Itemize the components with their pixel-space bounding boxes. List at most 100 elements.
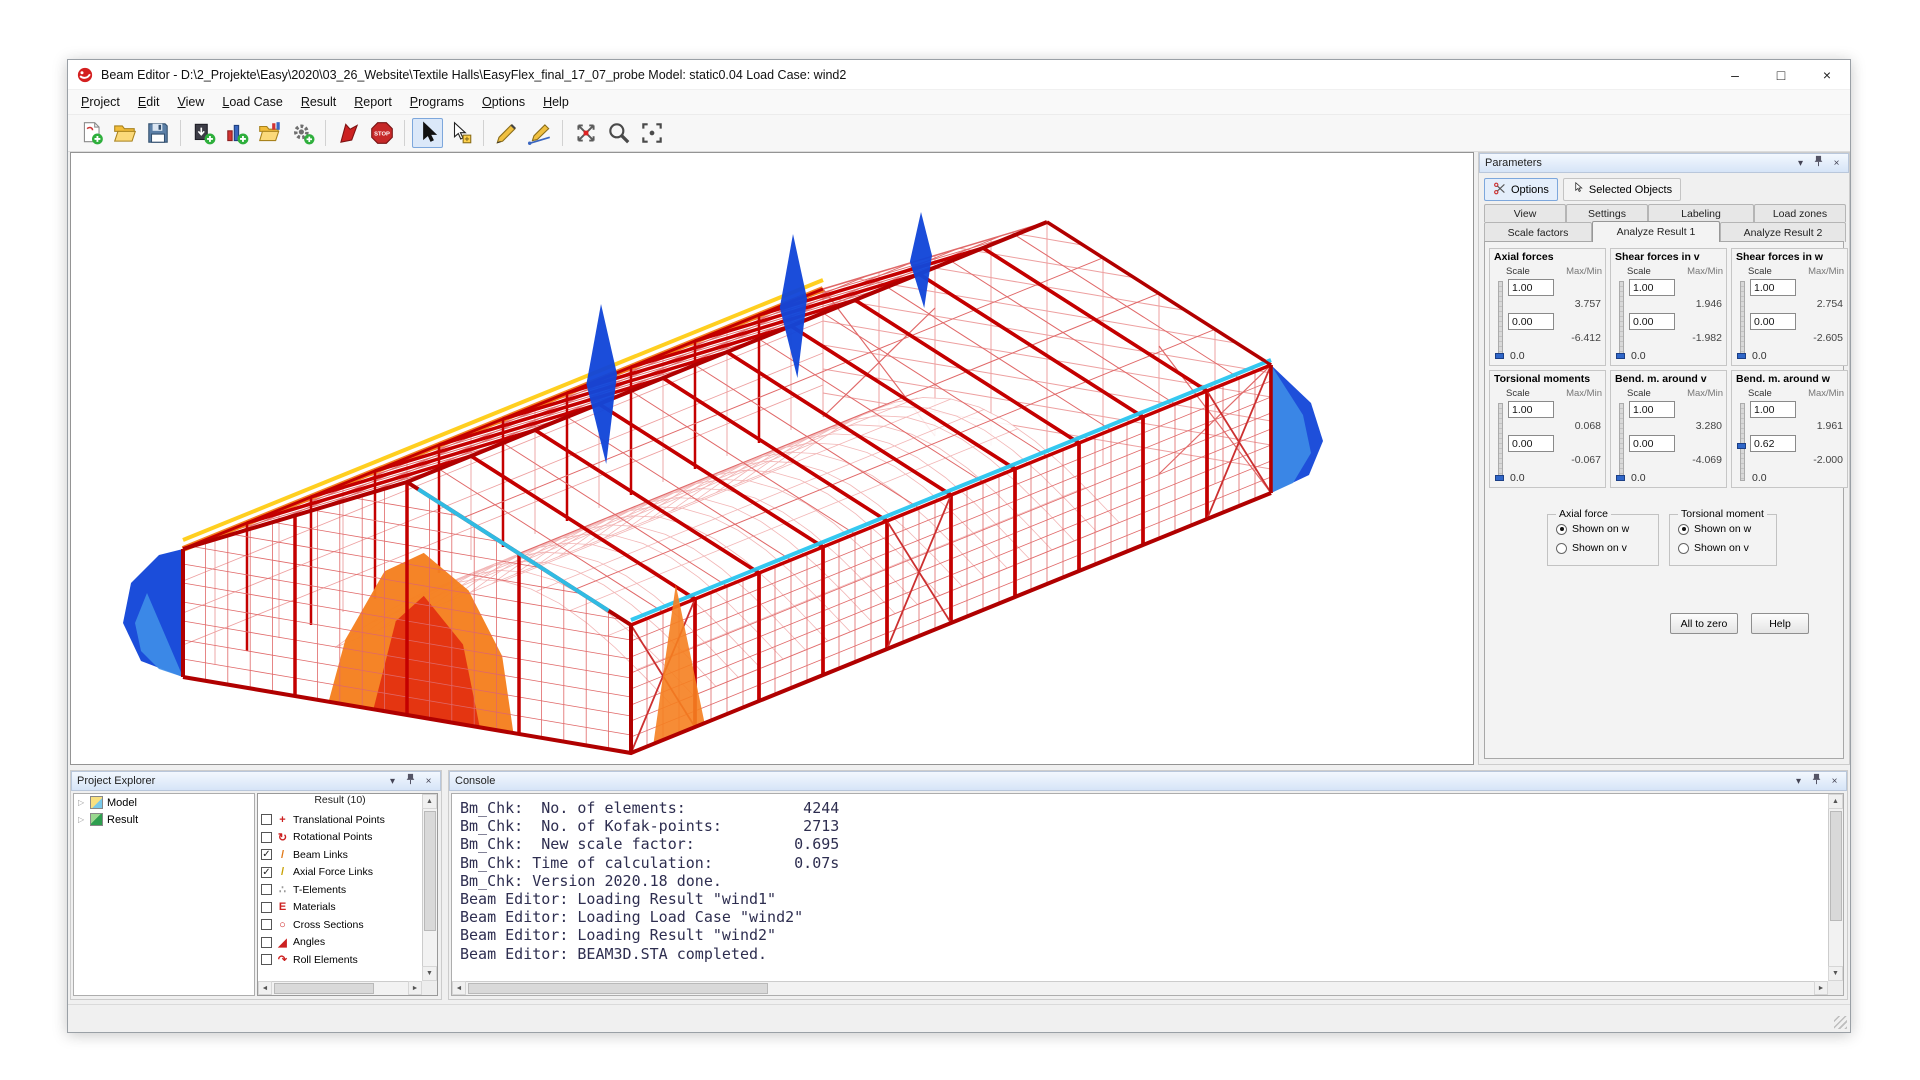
close-icon[interactable]: × <box>1830 157 1843 170</box>
menu-view[interactable]: View <box>168 92 213 112</box>
close-button[interactable]: × <box>1804 60 1850 90</box>
radio-button[interactable] <box>1678 524 1689 535</box>
select-cursor-button[interactable] <box>412 118 443 148</box>
menu-programs[interactable]: Programs <box>401 92 473 112</box>
scrollbar-thumb[interactable] <box>274 983 374 994</box>
select-elements-button[interactable] <box>445 118 476 148</box>
draw-polyline-button[interactable] <box>524 118 555 148</box>
checkbox[interactable] <box>261 919 272 930</box>
scale-top-input[interactable] <box>1750 279 1796 296</box>
scale-top-input[interactable] <box>1508 401 1554 418</box>
list-item[interactable]: ↷Roll Elements <box>258 951 422 969</box>
options-mode-button[interactable]: Options <box>1484 178 1558 201</box>
checkbox[interactable] <box>261 814 272 825</box>
expand-arrow-icon[interactable]: ▷ <box>78 815 86 824</box>
all-to-zero-button[interactable]: All to zero <box>1670 613 1738 634</box>
list-item[interactable]: ✓/Axial Force Links <box>258 864 422 882</box>
panel-menu-icon[interactable]: ▾ <box>386 775 399 788</box>
selected-objects-mode-button[interactable]: Selected Objects <box>1563 178 1681 201</box>
slider-thumb[interactable] <box>1737 443 1746 449</box>
scrollbar-thumb[interactable] <box>468 983 768 994</box>
expand-arrow-icon[interactable]: ▷ <box>78 798 86 807</box>
panel-menu-icon[interactable]: ▾ <box>1794 157 1807 170</box>
checkbox[interactable]: ✓ <box>261 867 272 878</box>
checkbox[interactable] <box>261 937 272 948</box>
slider-thumb[interactable] <box>1495 475 1504 481</box>
scale-bottom-input[interactable] <box>1508 313 1554 330</box>
minimize-button[interactable]: – <box>1712 60 1758 90</box>
scroll-up-icon[interactable]: ▲ <box>1828 794 1843 809</box>
tab-settings[interactable]: Settings <box>1566 204 1648 222</box>
tab-scale-factors[interactable]: Scale factors <box>1484 222 1592 242</box>
checkbox[interactable] <box>261 884 272 895</box>
slider-thumb[interactable] <box>1495 353 1504 359</box>
scale-slider[interactable] <box>1737 281 1746 359</box>
parameters-panel-titlebar[interactable]: Parameters ▾ × <box>1479 153 1849 173</box>
scale-top-input[interactable] <box>1508 279 1554 296</box>
checkbox[interactable]: ✓ <box>261 849 272 860</box>
tab-analyze-result-2[interactable]: Analyze Result 2 <box>1720 222 1846 242</box>
list-item[interactable]: ◢Angles <box>258 934 422 952</box>
radio-option[interactable]: Shown on w <box>1556 523 1629 535</box>
scale-top-input[interactable] <box>1750 401 1796 418</box>
scale-bottom-input[interactable] <box>1629 313 1675 330</box>
project-explorer-titlebar[interactable]: Project Explorer ▾ × <box>71 771 441 791</box>
scroll-up-icon[interactable]: ▲ <box>422 794 437 809</box>
scrollbar-thumb[interactable] <box>1830 811 1842 921</box>
tree-item-model[interactable]: ▷ Model <box>74 794 254 811</box>
move-node-button[interactable] <box>570 118 601 148</box>
zoom-button[interactable] <box>603 118 634 148</box>
model-3d-view[interactable] <box>71 153 1473 764</box>
run-calculation-button[interactable] <box>333 118 364 148</box>
save-button[interactable] <box>142 118 173 148</box>
radio-option[interactable]: Shown on v <box>1678 542 1749 554</box>
menu-options[interactable]: Options <box>473 92 534 112</box>
radio-option[interactable]: Shown on v <box>1556 542 1627 554</box>
console-titlebar[interactable]: Console ▾ × <box>449 771 1847 791</box>
open-result-button[interactable] <box>254 118 285 148</box>
radio-button[interactable] <box>1556 524 1567 535</box>
list-item[interactable]: ↻Rotational Points <box>258 829 422 847</box>
open-project-button[interactable] <box>109 118 140 148</box>
tab-load-zones[interactable]: Load zones <box>1754 204 1846 222</box>
radio-button[interactable] <box>1556 543 1567 554</box>
vertical-scrollbar[interactable]: ▲ ▼ <box>1828 794 1843 981</box>
menu-report[interactable]: Report <box>345 92 401 112</box>
new-project-button[interactable] <box>76 118 107 148</box>
scrollbar-thumb[interactable] <box>424 811 436 931</box>
tab-analyze-result-1[interactable]: Analyze Result 1 <box>1592 221 1720 242</box>
pin-icon[interactable] <box>1810 773 1823 789</box>
list-item[interactable]: EMaterials <box>258 899 422 917</box>
horizontal-scrollbar[interactable]: ◄ ► <box>452 981 1828 995</box>
tab-view[interactable]: View <box>1484 204 1566 222</box>
model-viewport[interactable] <box>70 152 1474 765</box>
scale-bottom-input[interactable] <box>1750 313 1796 330</box>
settings-add-button[interactable] <box>287 118 318 148</box>
close-icon[interactable]: × <box>1828 775 1841 788</box>
radio-button[interactable] <box>1678 543 1689 554</box>
scale-top-input[interactable] <box>1629 279 1675 296</box>
menu-help[interactable]: Help <box>534 92 578 112</box>
console-output[interactable]: Bm_Chk: No. of elements: 4244 Bm_Chk: No… <box>451 793 1844 996</box>
title-bar[interactable]: Beam Editor - D:\2_Projekte\Easy\2020\03… <box>68 60 1850 90</box>
tree-item-result[interactable]: ▷ Result <box>74 811 254 828</box>
pin-icon[interactable] <box>404 773 417 789</box>
add-load-case-button[interactable] <box>188 118 219 148</box>
scale-slider[interactable] <box>1737 403 1746 481</box>
radio-option[interactable]: Shown on w <box>1678 523 1751 535</box>
list-item[interactable]: ○Cross Sections <box>258 916 422 934</box>
slider-thumb[interactable] <box>1616 475 1625 481</box>
scroll-left-icon[interactable]: ◄ <box>258 981 272 995</box>
scale-slider[interactable] <box>1616 281 1625 359</box>
zoom-extents-button[interactable] <box>636 118 667 148</box>
resize-grip-icon[interactable] <box>1834 1016 1847 1029</box>
menu-edit[interactable]: Edit <box>129 92 169 112</box>
horizontal-scrollbar[interactable]: ◄ ► <box>258 981 422 995</box>
checkbox[interactable] <box>261 954 272 965</box>
list-item[interactable]: ∴T-Elements <box>258 881 422 899</box>
scroll-down-icon[interactable]: ▼ <box>1828 966 1843 981</box>
vertical-scrollbar[interactable]: ▲ ▼ <box>422 794 437 981</box>
scroll-right-icon[interactable]: ► <box>408 981 422 995</box>
stop-button[interactable]: STOP <box>366 118 397 148</box>
close-icon[interactable]: × <box>422 775 435 788</box>
